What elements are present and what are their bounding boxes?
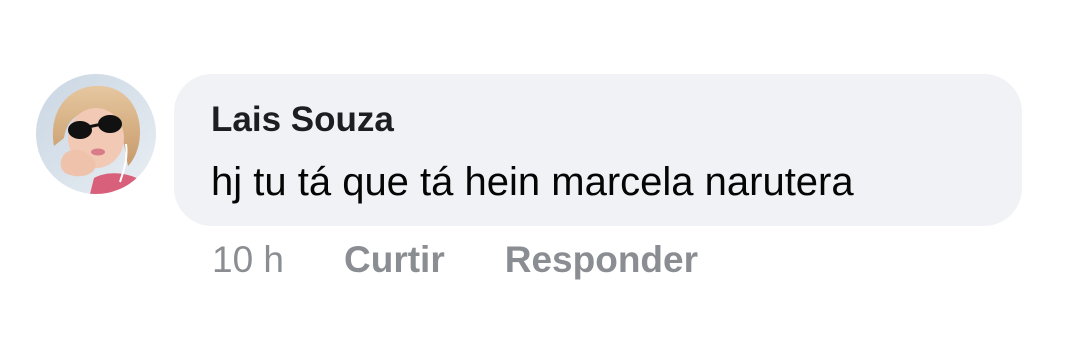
user-avatar[interactable] [36, 74, 156, 194]
avatar-photo [36, 74, 156, 194]
comment-author[interactable]: Lais Souza [211, 100, 394, 140]
comment-bubble: Lais Souza hj tu tá que tá hein marcela … [174, 74, 1022, 226]
comment-timestamp[interactable]: 10 h [212, 239, 284, 281]
reply-button[interactable]: Responder [505, 239, 698, 281]
comment-text: hj tu tá que tá hein marcela narutera [211, 160, 854, 204]
comment-actions: 10 h Curtir Responder [212, 236, 698, 284]
like-button[interactable]: Curtir [344, 239, 445, 281]
